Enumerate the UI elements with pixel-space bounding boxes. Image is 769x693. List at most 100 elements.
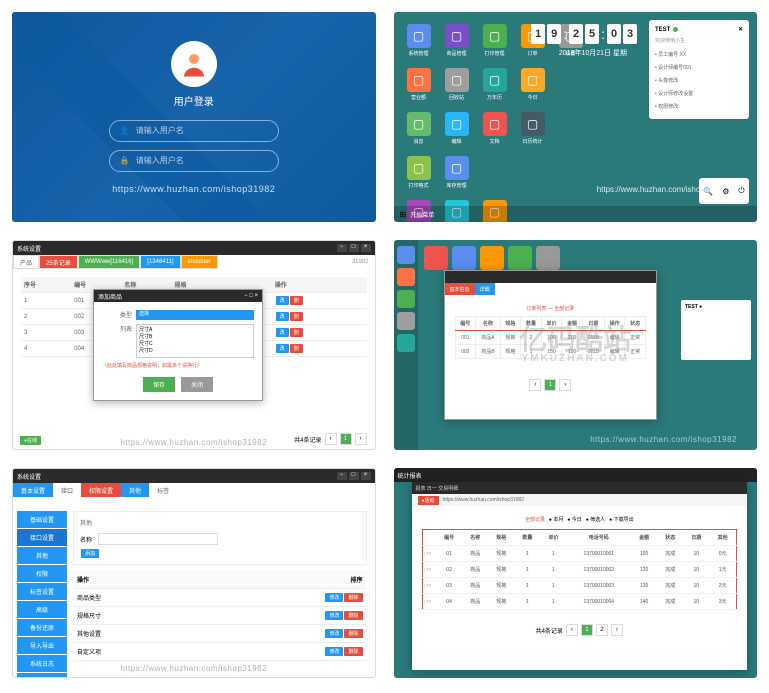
sidebar-item[interactable]: 关于	[17, 673, 67, 678]
tab[interactable]: 其他	[121, 483, 149, 497]
desktop-icon[interactable]: ▢回收站	[442, 68, 472, 106]
login-screen: 用户登录 👤 请输入用户名 🔒 请输入用户名 https://www.huzha…	[12, 12, 376, 222]
sidebar-item[interactable]	[397, 246, 415, 264]
maximize-icon[interactable]: □	[349, 244, 359, 252]
add-button[interactable]: 添加	[81, 549, 99, 558]
user-icon	[179, 49, 209, 79]
table-row[interactable]: □04商品规格1113700010004140完成103元	[422, 594, 737, 610]
filter-option[interactable]: ● 今日	[567, 516, 581, 523]
tab-basic[interactable]: 基本信息	[445, 283, 475, 295]
window-titlebar: 统计报表	[394, 468, 758, 482]
desktop-icon[interactable]: ▢万年历	[480, 68, 510, 106]
table-row[interactable]: □01商品规格1113700010001100完成100元	[422, 546, 737, 562]
table-row[interactable]: 其他设置修改删除	[73, 625, 367, 643]
desktop-icon[interactable]: ▢打印格式	[404, 156, 434, 194]
tray[interactable]: 🔍 ⚙ ⏻	[699, 178, 749, 204]
clock: 19:25:03	[531, 24, 637, 44]
filter-option[interactable]: ● 本月	[549, 516, 563, 523]
table-row[interactable]: 自定义项修改删除	[73, 643, 367, 661]
dialog-titlebar: 添加商品− □ ×	[94, 290, 262, 302]
close-icon[interactable]: ×	[361, 244, 371, 252]
username-input[interactable]: 👤 请输入用户名	[109, 120, 279, 142]
pagination[interactable]: 共4条记录‹1›	[294, 433, 366, 445]
report-screen: 统计报表 报表 日一 交易明细 ●活动https://www.huzhan.co…	[394, 468, 758, 678]
watermark-url: https://www.huzhan.com/ishop31982	[112, 184, 275, 194]
notification-panel[interactable]: TEST✕ 欢迎使用小主 • 员工编号 XX• 设计师编号001• 头像修改• …	[649, 20, 749, 119]
sidebar-item[interactable]	[397, 268, 415, 286]
power-icon[interactable]: ⏻	[738, 186, 744, 196]
close-icon[interactable]: − □ ×	[244, 293, 258, 299]
desktop-icon[interactable]: ▢消息	[404, 112, 434, 150]
type-select[interactable]: 选择	[136, 310, 254, 320]
password-input[interactable]: 🔒 请输入用户名	[109, 150, 279, 172]
sidebar-item[interactable]: 其他	[17, 547, 67, 564]
sidebar-item[interactable]: 高级	[17, 601, 67, 618]
login-title: 用户登录	[174, 93, 214, 108]
filter-bar: 全部记录 ● 本月 ● 今日 ● 筛选人 ● 下载导出	[422, 516, 738, 523]
sidebar-item[interactable]	[397, 290, 415, 308]
edit-dialog: 添加商品− □ × 类型选择 列表尺寸A尺寸B尺寸C尺寸D （此处填写商品规格说…	[93, 289, 263, 401]
top-icon[interactable]	[536, 246, 560, 270]
desktop-icon[interactable]: ▢商品管理	[442, 24, 472, 62]
top-icon[interactable]	[480, 246, 504, 270]
top-icon[interactable]	[452, 246, 476, 270]
desktop-icon[interactable]: ▢文档	[480, 112, 510, 150]
filter-option[interactable]: ● 下载导出	[609, 516, 633, 523]
pagination[interactable]: ‹1›	[455, 379, 647, 391]
top-icon[interactable]	[424, 246, 448, 270]
tab[interactable]: 接口	[53, 483, 81, 497]
filter-option[interactable]: ● 筛选人	[586, 516, 605, 523]
desktop-icon[interactable]: ▢打印管理	[480, 24, 510, 62]
gear-icon[interactable]: ⚙	[722, 187, 729, 196]
table-row[interactable]: □03商品规格1113700010003130完成102元	[422, 578, 737, 594]
desktop-icon[interactable]: ▢今日	[518, 68, 548, 106]
size-list[interactable]: 尺寸A尺寸B尺寸C尺寸D	[136, 324, 254, 358]
filter-option[interactable]: 全部记录	[525, 516, 545, 523]
report-modal: 报表 日一 交易明细 ●活动https://www.huzhan.com/ish…	[412, 482, 748, 670]
desktop-icon[interactable]: ▢库存管理	[442, 156, 472, 194]
tab[interactable]: 标签	[149, 483, 177, 497]
filter-tab[interactable]: 产品	[13, 255, 39, 269]
sidebar-item[interactable]: 导入导出	[17, 637, 67, 654]
table-row[interactable]: 规格尺寸修改删除	[73, 607, 367, 625]
sidebar-item[interactable]: 标签设置	[17, 583, 67, 600]
pagination[interactable]: 共4条记录‹12›	[422, 624, 738, 636]
table-row[interactable]: □02商品规格1113700010002120完成101元	[422, 562, 737, 578]
cancel-button[interactable]: 关闭	[181, 377, 213, 392]
sidebar-item[interactable]	[397, 334, 415, 352]
filter-tab[interactable]: [1346411]	[140, 255, 180, 269]
filter-tab[interactable]: WWWww[116416]	[78, 255, 141, 269]
start-icon[interactable]: ⊞	[400, 210, 407, 219]
filter-tab[interactable]: 25条记录	[39, 255, 78, 269]
sidebar-item[interactable]: 系统日志	[17, 655, 67, 672]
top-icons	[424, 246, 560, 270]
tab[interactable]: 权限设置	[81, 483, 121, 497]
sidebar-item[interactable]: 接口设置	[17, 529, 67, 546]
top-icon[interactable]	[508, 246, 532, 270]
desktop-screen: ▢系统管理▢商品管理▢打印管理▢订单▢设置▢营业额▢回收站▢万年历▢今日▢消息▢…	[394, 12, 758, 222]
taskbar[interactable]: ⊞开始菜单	[394, 206, 758, 222]
sidebar-item[interactable]: 备份还原	[17, 619, 67, 636]
desktop-icon[interactable]: ▢日历统计	[518, 112, 548, 150]
status-badge: ●在线	[19, 435, 41, 445]
tab[interactable]: 基本设置	[13, 483, 53, 497]
table-row[interactable]: 001商品A规格21002002018编辑正常	[455, 331, 646, 345]
save-button[interactable]: 保存	[143, 377, 175, 392]
desktop-icon[interactable]: ▢编辑	[442, 112, 472, 150]
table-row[interactable]: 002商品B规格11501502018编辑正常	[455, 345, 646, 359]
table-row[interactable]: 商品类型修改删除	[73, 589, 367, 607]
tab-detail[interactable]: 详细	[475, 283, 495, 295]
minimize-icon[interactable]: −	[337, 244, 347, 252]
search-icon[interactable]: 🔍	[703, 187, 713, 196]
sidebar-item[interactable]: 权限	[17, 565, 67, 582]
mini-notif[interactable]: TEST ●	[681, 300, 751, 360]
filter-tab[interactable]: shoulder	[181, 255, 218, 269]
sidebar-item[interactable]	[397, 312, 415, 330]
sidebar: 基础设置接口设置其他权限标签设置高级备份还原导入导出系统日志关于	[17, 511, 67, 678]
desktop-icon[interactable]: ▢系统管理	[404, 24, 434, 62]
desktop-icon[interactable]: ▢营业额	[404, 68, 434, 106]
name-input[interactable]	[98, 533, 218, 545]
window-titlebar: 系统设置−□×	[13, 469, 375, 483]
status-dot-icon	[673, 27, 678, 32]
sidebar-item[interactable]: 基础设置	[17, 511, 67, 528]
